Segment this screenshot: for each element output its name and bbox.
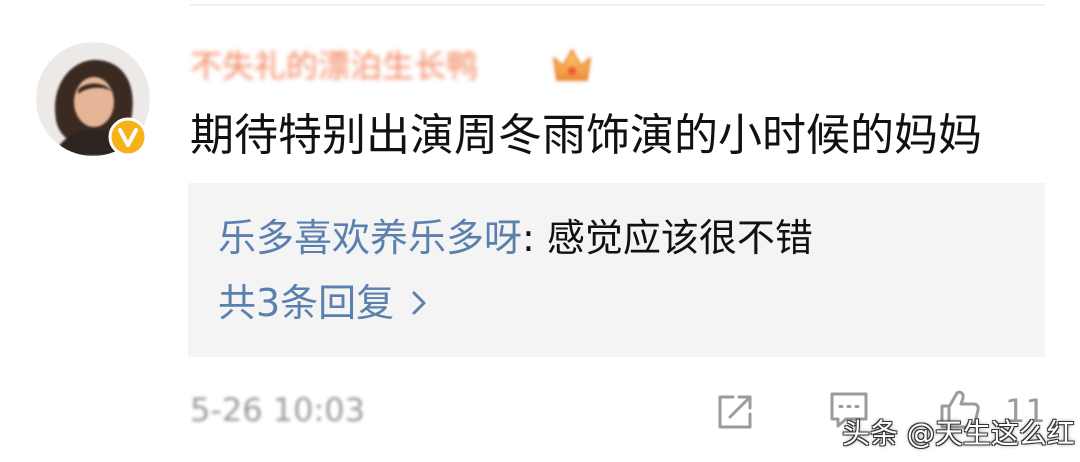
- crown-icon: [550, 44, 594, 86]
- comment-timestamp: 5-26 10:03: [190, 391, 366, 429]
- view-all-replies-link[interactable]: 共3条回复: [218, 278, 428, 328]
- reply-preview-line: 乐多喜欢养乐多呀: 感觉应该很不错: [218, 213, 813, 263]
- reply-author-link[interactable]: 乐多喜欢养乐多呀: [218, 216, 522, 260]
- reply-preview-box[interactable]: 乐多喜欢养乐多呀: 感觉应该很不错 共3条回复: [188, 183, 1045, 357]
- comment-username[interactable]: 不失礼的漂泊生长鸭: [190, 44, 478, 88]
- chevron-right-icon[interactable]: [410, 289, 428, 317]
- comment-text[interactable]: 期待特别出演周冬雨饰演的小时候的妈妈: [190, 108, 1050, 164]
- top-divider: [190, 4, 1045, 6]
- share-icon[interactable]: [715, 392, 755, 432]
- more-replies-label[interactable]: 共3条回复: [218, 278, 394, 328]
- verified-v-icon: [107, 116, 149, 158]
- reply-text: : 感觉应该很不错: [522, 216, 813, 260]
- watermark: 头条 @天生这么红: [842, 417, 1075, 450]
